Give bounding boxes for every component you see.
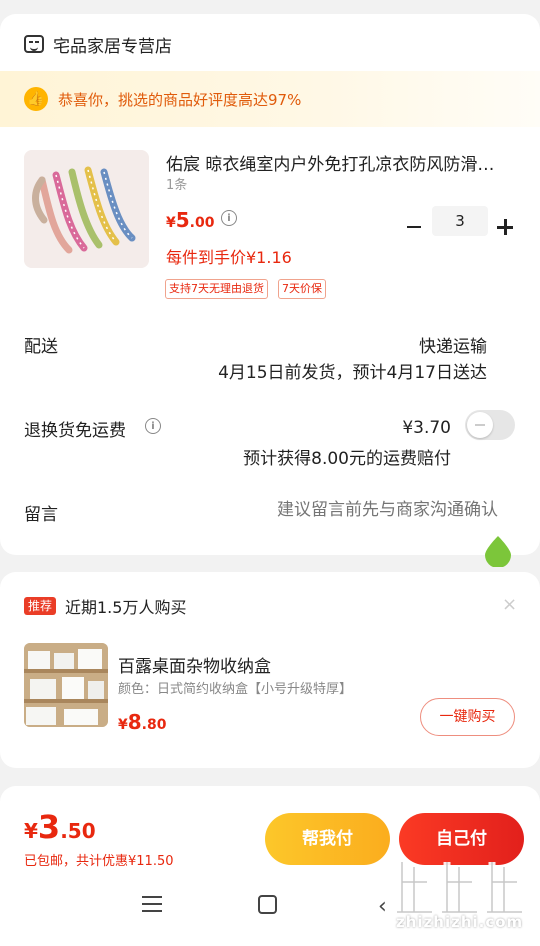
total-price: ¥3.50: [24, 808, 96, 846]
close-icon[interactable]: ×: [502, 594, 517, 615]
product-price: ¥5.00: [166, 208, 214, 232]
return-policy-tag: 支持7天无理由退货: [165, 279, 268, 299]
price-protect-tag: 7天价保: [278, 279, 326, 299]
delivery-method[interactable]: 快递运输: [419, 332, 487, 357]
thumbs-up-icon: 👍: [24, 87, 48, 111]
product-title[interactable]: 佑宸 晾衣绳室内户外免打孔凉衣防风防滑…: [166, 150, 518, 175]
price-integer: 8: [127, 710, 142, 734]
price-symbol: ¥: [166, 215, 176, 231]
product-image[interactable]: [24, 150, 149, 268]
return-shipping-price: ¥3.70: [402, 418, 451, 438]
menu-icon[interactable]: [142, 896, 162, 912]
quantity-input[interactable]: 3: [432, 206, 488, 236]
price-integer: 3: [37, 808, 61, 846]
delivery-label: 配送: [24, 337, 58, 357]
toggle-knob: [467, 412, 493, 438]
price-symbol: ¥: [24, 819, 38, 843]
recommend-card: 推荐 近期1.5万人购买 × 百露桌面杂物收纳盒 颜色：日式简约收纳盒【小号升级…: [0, 572, 540, 768]
unit-price: 每件到手价¥1.16: [166, 248, 292, 267]
recommend-image[interactable]: [24, 643, 108, 727]
recommend-title: 近期1.5万人购买: [65, 598, 187, 617]
recommend-item-price: ¥8.80: [118, 710, 166, 734]
one-click-buy-button[interactable]: 一键购买: [420, 698, 515, 736]
product-spec: 1条: [166, 178, 188, 193]
home-icon[interactable]: [258, 895, 277, 914]
price-decimal: .50: [60, 819, 96, 843]
recommend-item-spec: 颜色：日式简约收纳盒【小号升级特厚】: [118, 682, 353, 697]
message-input[interactable]: [218, 500, 498, 520]
recommend-item-name[interactable]: 百露桌面杂物收纳盒: [118, 652, 271, 677]
increase-quantity-button[interactable]: [497, 219, 513, 235]
discount-note: 已包邮，共计优惠¥11.50: [24, 854, 174, 869]
price-decimal: .00: [189, 215, 215, 231]
promo-text: 恭喜你，挑选的商品好评度高达97%: [58, 90, 302, 109]
price-integer: 5: [175, 208, 190, 232]
message-label: 留言: [24, 505, 58, 525]
help-me-pay-button[interactable]: 帮我付: [265, 813, 390, 865]
info-icon[interactable]: i: [145, 418, 161, 434]
return-shipping-note: 预计获得8.00元的运费赔付: [243, 449, 451, 469]
return-shipping-toggle[interactable]: [465, 410, 515, 440]
store-icon: [24, 35, 44, 53]
order-card: 宅品家居专营店 👍 恭喜你，挑选的商品好评度高达97% 佑宸 晾衣绳室内户外免打…: [0, 14, 540, 567]
promo-bar: 👍 恭喜你，挑选的商品好评度高达97%: [0, 71, 540, 127]
decrease-quantity-button[interactable]: [406, 222, 422, 232]
store-name[interactable]: 宅品家居专营店: [53, 32, 172, 57]
green-drop-icon: [485, 536, 511, 567]
price-symbol: ¥: [118, 717, 128, 733]
watermark-text: zhizhizhi.com: [396, 913, 524, 931]
info-icon[interactable]: i: [221, 210, 237, 226]
back-icon[interactable]: ‹: [378, 894, 387, 919]
return-shipping-label: 退换货免运费: [24, 421, 126, 441]
recommend-badge: 推荐: [24, 597, 57, 615]
store-header[interactable]: 宅品家居专营店: [24, 32, 172, 57]
price-decimal: .80: [141, 717, 167, 733]
delivery-eta: 4月15日前发货，预计4月17日送达: [218, 363, 487, 383]
